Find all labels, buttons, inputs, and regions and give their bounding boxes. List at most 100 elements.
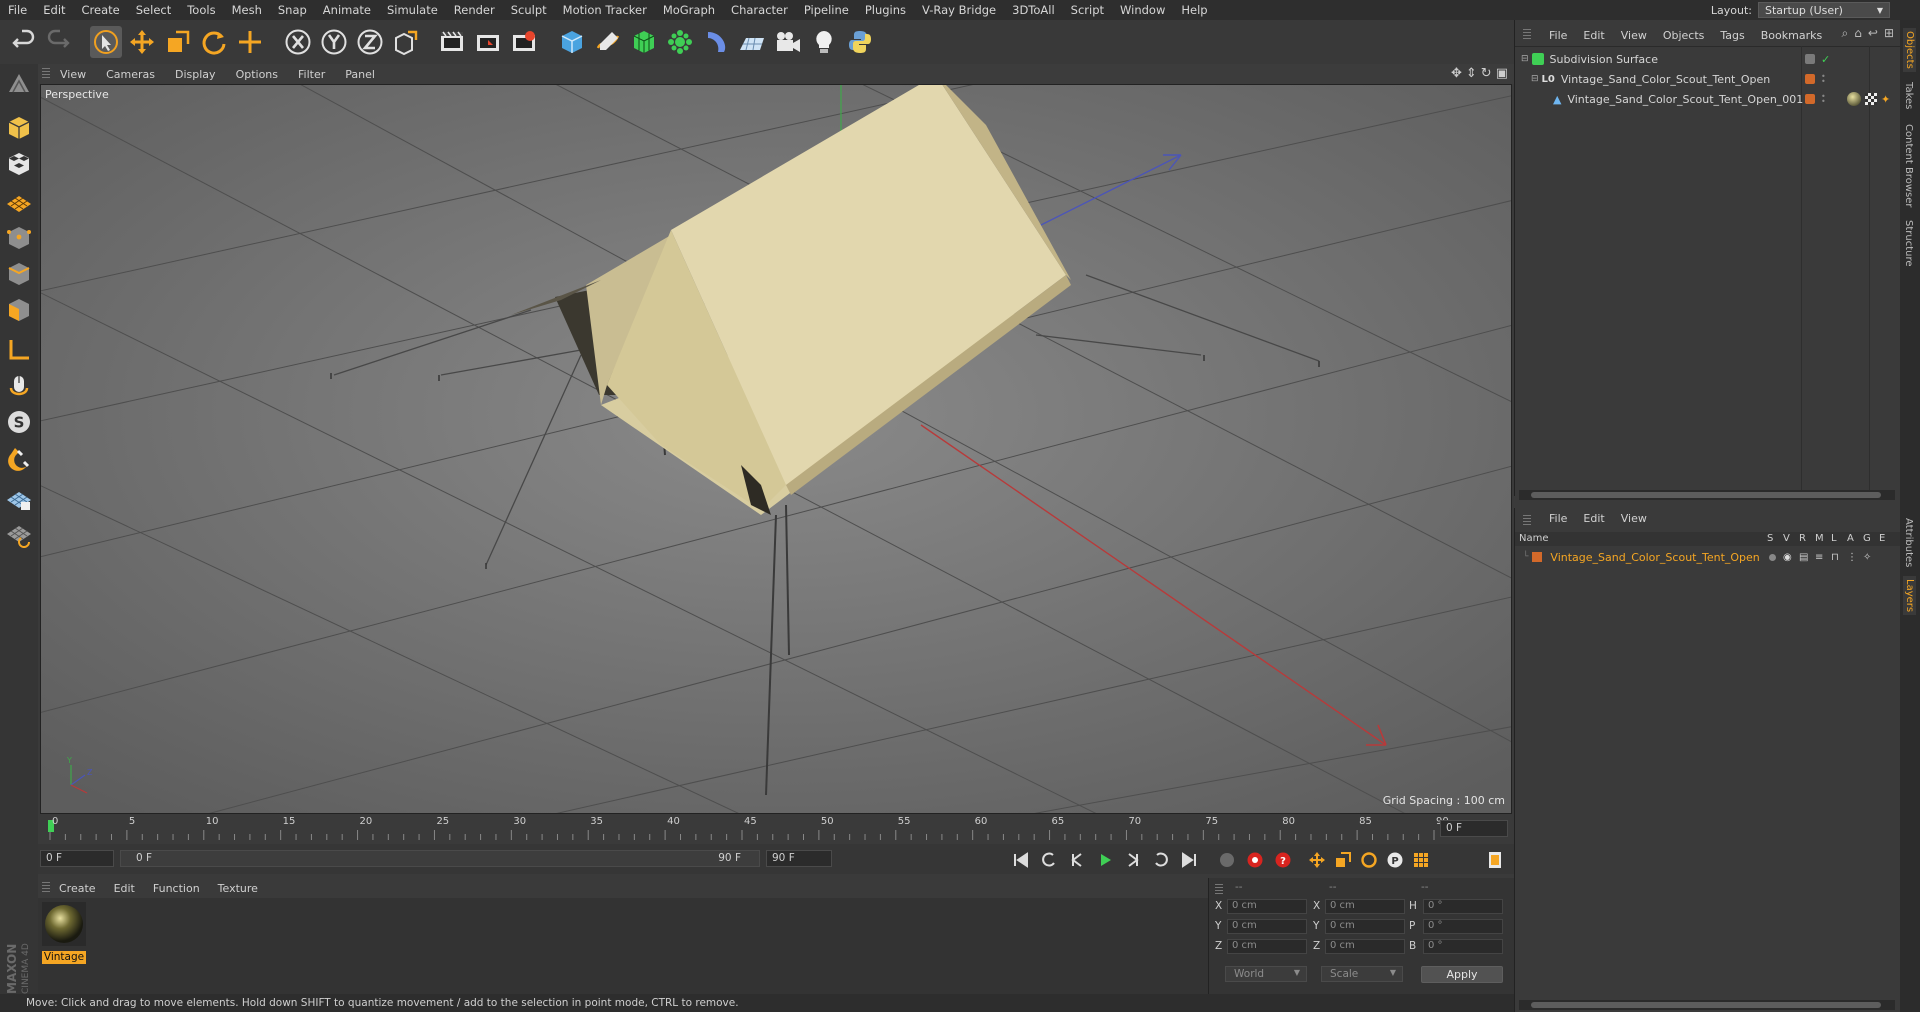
menu-script[interactable]: Script — [1063, 3, 1112, 17]
enabled-check-icon[interactable]: ✓ — [1821, 53, 1830, 66]
coords-grip-icon[interactable] — [1215, 884, 1223, 894]
menu-character[interactable]: Character — [723, 3, 796, 17]
menu-select[interactable]: Select — [128, 3, 179, 17]
size-z-field[interactable]: 0 cm — [1325, 939, 1405, 954]
key-scale-icon[interactable] — [1332, 850, 1354, 870]
keyframe-selection-icon[interactable]: ? — [1272, 850, 1294, 870]
perspective-viewport[interactable]: Y Z Perspective Grid Spacing : 100 cm — [40, 84, 1512, 814]
move-icon[interactable] — [126, 26, 158, 58]
rotate-icon[interactable] — [198, 26, 230, 58]
subdivision-icon[interactable] — [628, 26, 660, 58]
navigate-back-icon[interactable]: ↩ — [1868, 26, 1878, 41]
object-menu-objects[interactable]: Objects — [1655, 29, 1713, 42]
texture-tag-icon[interactable] — [1865, 93, 1877, 105]
dolly-view-icon[interactable]: ⇕ — [1466, 66, 1477, 81]
previous-frame-icon[interactable] — [1066, 850, 1088, 870]
menu-snap[interactable]: Snap — [270, 3, 315, 17]
viewport-menu-filter[interactable]: Filter — [288, 68, 335, 81]
column-view[interactable]: V — [1783, 533, 1790, 544]
z-axis-icon[interactable] — [354, 26, 386, 58]
autokey-icon[interactable] — [1244, 850, 1266, 870]
floor-icon[interactable] — [736, 26, 768, 58]
tab-structure[interactable]: Structure — [1903, 220, 1914, 267]
animation-icon[interactable]: ⋮ — [1847, 552, 1857, 563]
undo-icon[interactable] — [8, 26, 40, 58]
column-animation[interactable]: A — [1847, 533, 1854, 544]
scrollbar-thumb[interactable] — [1531, 1002, 1881, 1008]
menu-render[interactable]: Render — [446, 3, 503, 17]
rot-h-field[interactable]: 0 ° — [1423, 899, 1503, 914]
size-y-field[interactable]: 0 cm — [1325, 919, 1405, 934]
coordinate-system-icon[interactable] — [390, 26, 422, 58]
object-menu-file[interactable]: File — [1541, 29, 1575, 42]
cube-icon[interactable] — [556, 26, 588, 58]
generator-icon[interactable]: ✧ — [1863, 552, 1871, 563]
size-x-field[interactable]: 0 cm — [1325, 899, 1405, 914]
layer-row[interactable]: └ Vintage_Sand_Color_Scout_Tent_Open ◉ ▤… — [1515, 548, 1901, 566]
object-row[interactable]: ⊟ L0 Vintage_Sand_Color_Scout_Tent_Open … — [1515, 70, 1901, 88]
tab-attributes[interactable]: Attributes — [1903, 518, 1914, 567]
previous-key-icon[interactable] — [1038, 850, 1060, 870]
array-icon[interactable] — [664, 26, 696, 58]
rot-b-field[interactable]: 0 ° — [1423, 939, 1503, 954]
render-view-icon[interactable] — [436, 26, 468, 58]
menu-window[interactable]: Window — [1112, 3, 1173, 17]
live-selection-icon[interactable] — [90, 26, 122, 58]
object-manager-scrollbar[interactable] — [1519, 490, 1895, 500]
model-mode-icon[interactable] — [3, 112, 35, 144]
menu-sculpt[interactable]: Sculpt — [503, 3, 555, 17]
menu-pipeline[interactable]: Pipeline — [796, 3, 857, 17]
layer-menu-view[interactable]: View — [1613, 512, 1655, 525]
orbit-view-icon[interactable]: ↻ — [1481, 66, 1492, 81]
menu-animate[interactable]: Animate — [315, 3, 379, 17]
key-parameter-icon[interactable]: P — [1384, 850, 1406, 870]
maximize-view-icon[interactable]: ▣ — [1496, 66, 1508, 81]
layer-menu-file[interactable]: File — [1541, 512, 1575, 525]
tab-layers[interactable]: Layers — [1903, 576, 1916, 616]
menu-edit[interactable]: Edit — [35, 3, 73, 17]
tree-collapse-icon[interactable]: ⊟ — [1521, 54, 1529, 64]
search-icon[interactable]: ⌕ — [1842, 26, 1849, 41]
next-frame-icon[interactable] — [1122, 850, 1144, 870]
manager-icon[interactable]: ≡ — [1815, 552, 1823, 563]
go-to-end-icon[interactable] — [1178, 850, 1200, 870]
phong-tag-icon[interactable]: ✦ — [1881, 93, 1890, 106]
menu-3dtoall[interactable]: 3DToAll — [1004, 3, 1063, 17]
frame-range-slider[interactable]: 0 F 90 F — [120, 850, 760, 867]
layer-grip-icon[interactable] — [1523, 515, 1531, 525]
pos-z-field[interactable]: 0 cm — [1227, 939, 1307, 954]
layer-menu-edit[interactable]: Edit — [1575, 512, 1612, 525]
tree-collapse-icon[interactable]: ⊟ — [1531, 74, 1539, 84]
menu-vray-bridge[interactable]: V-Ray Bridge — [914, 3, 1004, 17]
key-pla-icon[interactable] — [1410, 850, 1432, 870]
menu-create[interactable]: Create — [74, 3, 128, 17]
key-rotation-icon[interactable] — [1358, 850, 1380, 870]
layer-color-icon[interactable] — [1805, 94, 1815, 104]
scrollbar-thumb[interactable] — [1531, 492, 1881, 498]
coordinate-mode-select[interactable]: World ▼ — [1225, 966, 1307, 982]
menu-file[interactable]: File — [0, 3, 35, 17]
tweak-mode-icon[interactable] — [3, 370, 35, 402]
start-frame-field[interactable]: 0 F — [40, 850, 114, 867]
render-icon[interactable]: ▤ — [1799, 552, 1808, 563]
column-solo[interactable]: S — [1767, 533, 1773, 544]
end-frame-field[interactable]: 90 F — [766, 850, 832, 867]
column-render[interactable]: R — [1799, 533, 1806, 544]
points-mode-icon[interactable] — [3, 222, 35, 254]
snap-magnet-icon[interactable] — [3, 444, 35, 476]
menu-tools[interactable]: Tools — [179, 3, 223, 17]
apply-button[interactable]: Apply — [1421, 966, 1503, 983]
material-menu-edit[interactable]: Edit — [105, 882, 144, 895]
material-menu-function[interactable]: Function — [144, 882, 209, 895]
object-row[interactable]: ▲ Vintage_Sand_Color_Scout_Tent_Open_001… — [1515, 90, 1901, 108]
polygons-mode-icon[interactable] — [3, 294, 35, 326]
camera-icon[interactable] — [772, 26, 804, 58]
play-forward-icon[interactable] — [1094, 850, 1116, 870]
menu-motion-tracker[interactable]: Motion Tracker — [555, 3, 655, 17]
lock-icon[interactable]: ⊓ — [1831, 552, 1839, 563]
visibility-dots-icon[interactable]: • • — [1821, 93, 1826, 106]
redo-icon[interactable] — [42, 26, 74, 58]
visibility-gray-icon[interactable] — [1805, 54, 1815, 64]
timeline-ruler[interactable]: 051015202530354045505560657075808590 0 F — [38, 814, 1514, 844]
edit-render-settings-icon[interactable] — [508, 26, 540, 58]
